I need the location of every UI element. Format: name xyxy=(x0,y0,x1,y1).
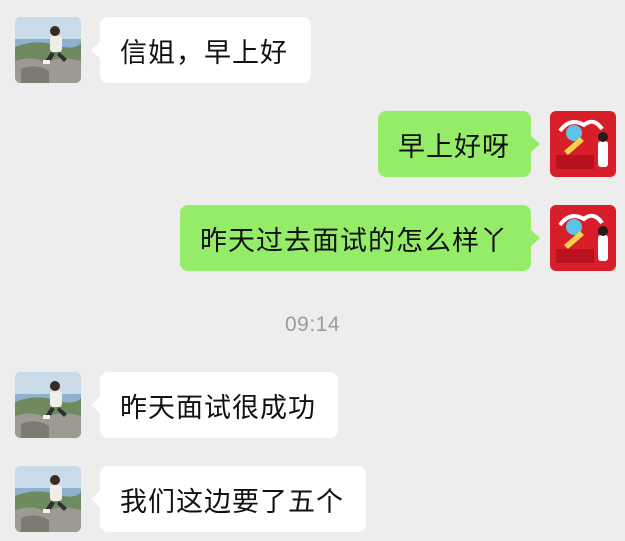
bubble-tail xyxy=(530,229,540,247)
bubble-tail xyxy=(91,490,101,508)
contact-avatar[interactable] xyxy=(15,372,81,438)
contact-avatar[interactable] xyxy=(15,466,81,532)
red-promo-logo-avatar-icon xyxy=(550,111,616,177)
message-row-outgoing: 昨天过去面试的怎么样丫 xyxy=(0,205,625,273)
my-avatar[interactable] xyxy=(550,111,616,177)
message-bubble[interactable]: 我们这边要了五个 xyxy=(91,466,366,532)
message-row-incoming: 我们这边要了五个 xyxy=(0,466,625,534)
message-row-incoming: 信姐，早上好 xyxy=(0,17,625,85)
message-timestamp: 09:14 xyxy=(284,313,341,336)
person-on-rocks-avatar-icon xyxy=(15,466,81,532)
message-row-incoming: 昨天面试很成功 xyxy=(0,372,625,440)
bubble-tail xyxy=(91,41,101,59)
bubble-tail xyxy=(530,135,540,153)
bubble-tail xyxy=(91,396,101,414)
message-text: 昨天面试很成功 xyxy=(120,392,316,424)
message-bubble[interactable]: 早上好呀 xyxy=(378,111,540,177)
red-promo-logo-avatar-icon xyxy=(550,205,616,271)
message-bubble[interactable]: 昨天过去面试的怎么样丫 xyxy=(180,205,540,271)
message-bubble[interactable]: 信姐，早上好 xyxy=(91,17,311,83)
message-text: 我们这边要了五个 xyxy=(120,486,344,518)
contact-avatar[interactable] xyxy=(15,17,81,83)
message-text: 早上好呀 xyxy=(398,131,510,163)
person-on-rocks-avatar-icon xyxy=(15,17,81,83)
my-avatar[interactable] xyxy=(550,205,616,271)
message-row-outgoing: 早上好呀 xyxy=(0,111,625,179)
message-text: 昨天过去面试的怎么样丫 xyxy=(200,225,508,257)
message-text: 信姐，早上好 xyxy=(120,37,288,69)
person-on-rocks-avatar-icon xyxy=(15,372,81,438)
message-bubble[interactable]: 昨天面试很成功 xyxy=(91,372,338,438)
chat-conversation: 信姐，早上好 早上好呀 昨天过去面试的怎么样丫 09:14 昨天面试很成功 我们… xyxy=(0,0,625,541)
